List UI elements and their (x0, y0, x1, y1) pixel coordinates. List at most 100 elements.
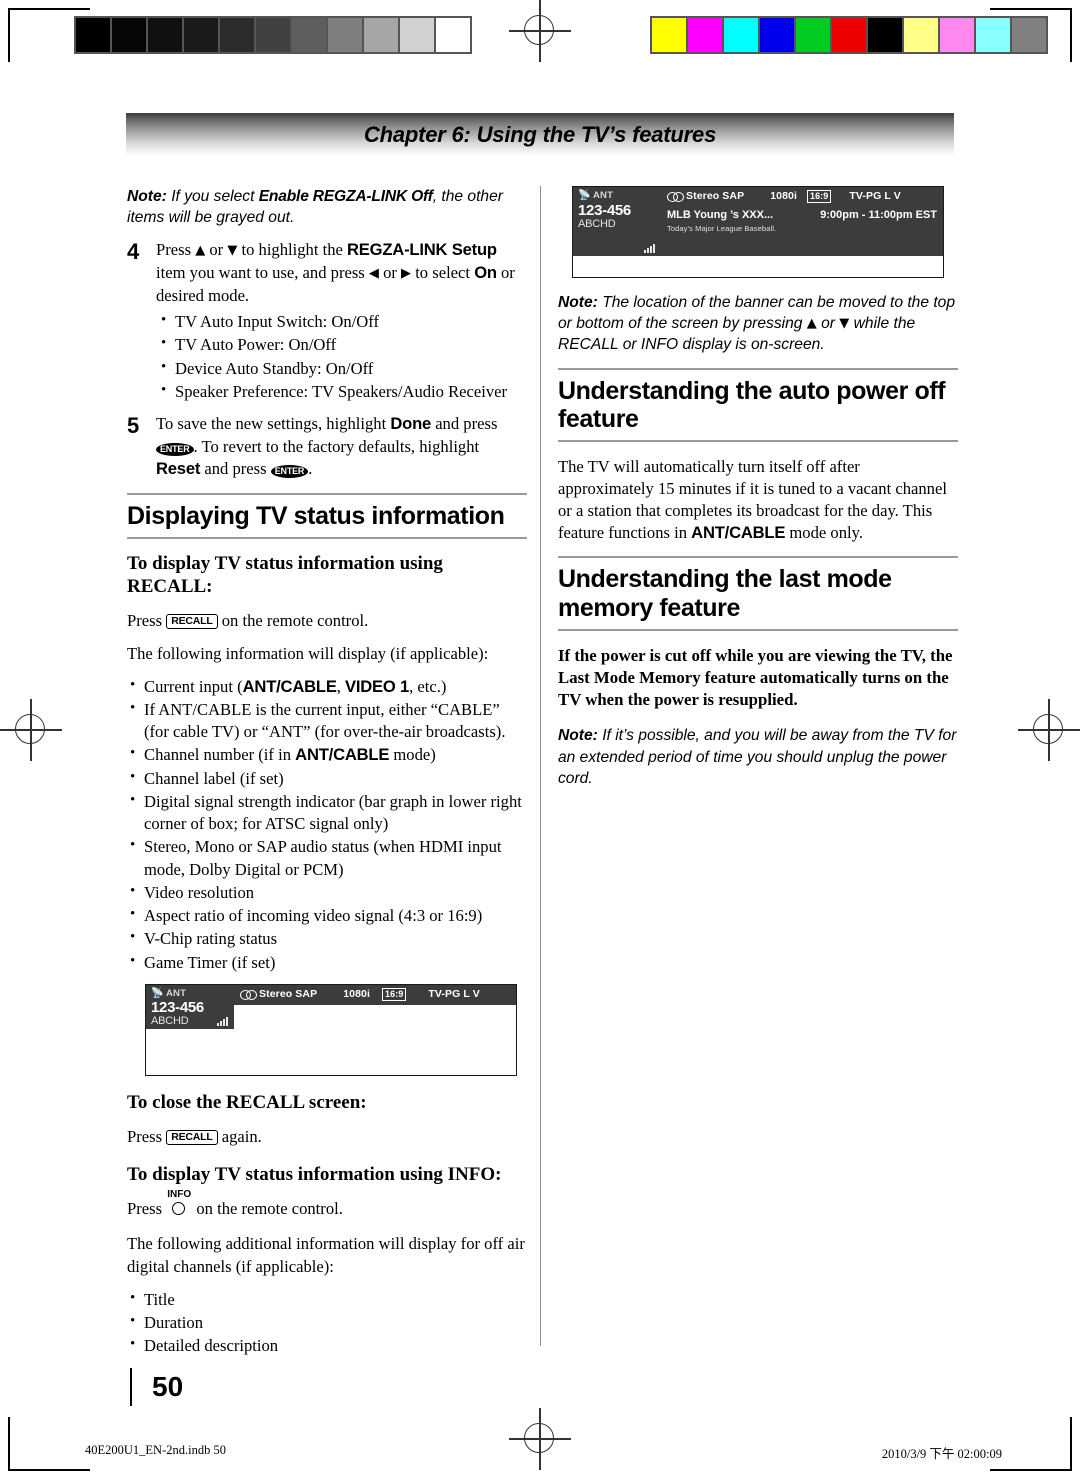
step4-t4: item you want to use, and press (156, 262, 369, 282)
grayscale-swatch-10 (436, 18, 470, 52)
auto-power-off-body: The TV will automatically turn itself of… (558, 456, 958, 544)
li0-pre: Current input ( (144, 676, 243, 696)
list-item: TV Auto Power: On/Off (156, 333, 527, 356)
color-swatch-10 (1012, 18, 1046, 52)
list-item: Detailed description (127, 1334, 527, 1357)
note-bold-enable-regza-off: Enable REGZA-LINK Off (258, 188, 433, 205)
stereo-icon (667, 191, 684, 202)
info-extra-list: Title Duration Detailed description (127, 1288, 527, 1358)
step5-t4: and press (200, 459, 271, 479)
banner-status-bar: Stereo SAP 1080i 16:9 TV-PG L V (661, 187, 943, 207)
banner-aspect-ratio: 16:9 (381, 988, 407, 1002)
grayscale-swatch-4 (220, 18, 254, 52)
grayscale-swatch-3 (184, 18, 218, 52)
banner-channel-block: 📡 ANT 123-456 ABCHD (573, 187, 661, 256)
press-recall-post: on the remote control. (217, 610, 369, 630)
step4-t2: or (205, 240, 228, 260)
note-banner-location: Note: The location of the banner can be … (558, 292, 958, 356)
banner-channel-number: 123-456 (578, 201, 631, 219)
press-recall-pre: Press (127, 610, 167, 630)
section-heading-displaying-tv-status: Displaying TV status information (127, 492, 527, 539)
step4-bold-regza-setup: REGZA-LINK Setup (347, 240, 497, 260)
step5-bold-done: Done (390, 414, 432, 434)
enter-key-icon: ENTER (270, 465, 309, 479)
step4-t3: to highlight the (237, 240, 348, 260)
grayscale-swatch-2 (148, 18, 182, 52)
stereo-icon (240, 989, 257, 1000)
subheading-display-using-recall: To display TV status information using R… (127, 552, 443, 597)
step-4: 4 Press ▲ or ▼ to highlight the REGZA-LI… (127, 239, 527, 403)
step5-bold-reset: Reset (156, 459, 201, 479)
list-item: Title (127, 1288, 527, 1311)
banner-channel-block: 📡 ANT 123-456 ABCHD (146, 984, 234, 1030)
autopower-bold-ant-cable: ANT/CABLE (691, 523, 786, 543)
note-label: Note: (558, 294, 598, 311)
step4-bold-on: On (474, 262, 497, 282)
column-divider (540, 186, 541, 1346)
crop-mark-bottom-right (990, 1417, 1072, 1471)
section-heading-auto-power-off: Understanding the auto power off feature (558, 367, 958, 443)
color-swatch-6 (868, 18, 902, 52)
recall-key-icon: RECALL (166, 614, 218, 630)
step5-t2: and press (431, 414, 498, 434)
subheading-display-using-info: To display TV status information using I… (127, 1163, 502, 1185)
recall-info-list: Current input (ANT/CABLE, VIDEO 1, etc.)… (127, 675, 527, 974)
registration-mark-right (1018, 699, 1080, 761)
list-item: Current input (ANT/CABLE, VIDEO 1, etc.) (127, 675, 527, 698)
banner-program-time: 9:00pm - 11:00pm EST (820, 208, 937, 221)
banner-audio-status: Stereo SAP (686, 190, 745, 202)
footer-timestamp: 2010/3/9 下午 02:00:09 (881, 1447, 1002, 1461)
step-5: 5 To save the new settings, highlight Do… (127, 413, 527, 481)
li2-pre: Channel number (if in (144, 745, 296, 765)
li0-b2: VIDEO 1 (345, 676, 410, 696)
list-item: Aspect ratio of incoming video signal (4… (127, 904, 527, 927)
grayscale-swatch-5 (256, 18, 290, 52)
grayscale-swatch-9 (400, 18, 434, 52)
additional-information-text: The following additional information wil… (127, 1234, 525, 1276)
signal-strength-icon (217, 1017, 229, 1027)
li0-post: , etc.) (409, 676, 447, 696)
li0-b1: ANT/CABLE (242, 676, 337, 696)
note-label: Note: (558, 727, 598, 745)
note-unplug-text: If it’s possible, and you will be away f… (558, 727, 957, 787)
banner-program-description: Today’s Major League Baseball. (667, 223, 777, 233)
down-arrow-icon: ▼ (227, 243, 238, 259)
press-info-post: on the remote control. (192, 1199, 343, 1219)
banner-resolution: 1080i (343, 987, 370, 1000)
press-recall-again-instruction: Press RECALL again. (127, 1126, 527, 1148)
step5-t1: To save the new settings, highlight (156, 414, 391, 434)
note-unplug-power-cord: Note: If it’s possible, and you will be … (558, 725, 958, 789)
color-swatch-0 (652, 18, 686, 52)
footer-file-name: 40E200U1_EN-2nd.indb 50 (85, 1443, 226, 1457)
banner-rating: TV-PG L V (428, 987, 480, 1000)
banner-status-bar: Stereo SAP 1080i 16:9 TV-PG L V (234, 984, 516, 1005)
press-again-pre: Press (127, 1126, 167, 1146)
enter-key-icon: ENTER (156, 442, 194, 456)
grayscale-swatch-7 (328, 18, 362, 52)
step-5-number: 5 (127, 413, 140, 439)
subheading-close-recall-screen: To close the RECALL screen: (127, 1091, 367, 1113)
grayscale-swatch-0 (76, 18, 110, 52)
signal-strength-icon (644, 243, 656, 253)
banner-rating: TV-PG L V (849, 190, 901, 202)
registration-mark-left (0, 699, 62, 761)
chapter-title: Chapter 6: Using the TV’s features (363, 121, 717, 147)
li2-b1: ANT/CABLE (295, 745, 390, 765)
press-info-instruction: Press INFO on the remote control. (127, 1190, 527, 1220)
banner-program-title: MLB Young ’s XXX... (667, 208, 774, 221)
grayscale-swatch-1 (112, 18, 146, 52)
list-item: TV Auto Input Switch: On/Off (156, 310, 527, 333)
note-label: Note: (127, 188, 167, 205)
down-arrow-icon: ▼ (839, 316, 850, 332)
color-swatch-1 (688, 18, 722, 52)
step-4-number: 4 (127, 239, 140, 265)
list-item: Duration (127, 1311, 527, 1334)
antenna-icon: 📡 (578, 190, 591, 201)
color-swatch-5 (832, 18, 866, 52)
tv-info-banner-illustration: 📡 ANT 123-456 ABCHD Stereo SAP 1080i 16:… (572, 186, 944, 278)
color-swatch-2 (724, 18, 758, 52)
note-banner-p2: or (816, 315, 840, 333)
list-item: Device Auto Standby: On/Off (156, 357, 527, 380)
list-item: Digital signal strength indicator (bar g… (127, 790, 527, 835)
antenna-icon: 📡 (151, 987, 164, 999)
